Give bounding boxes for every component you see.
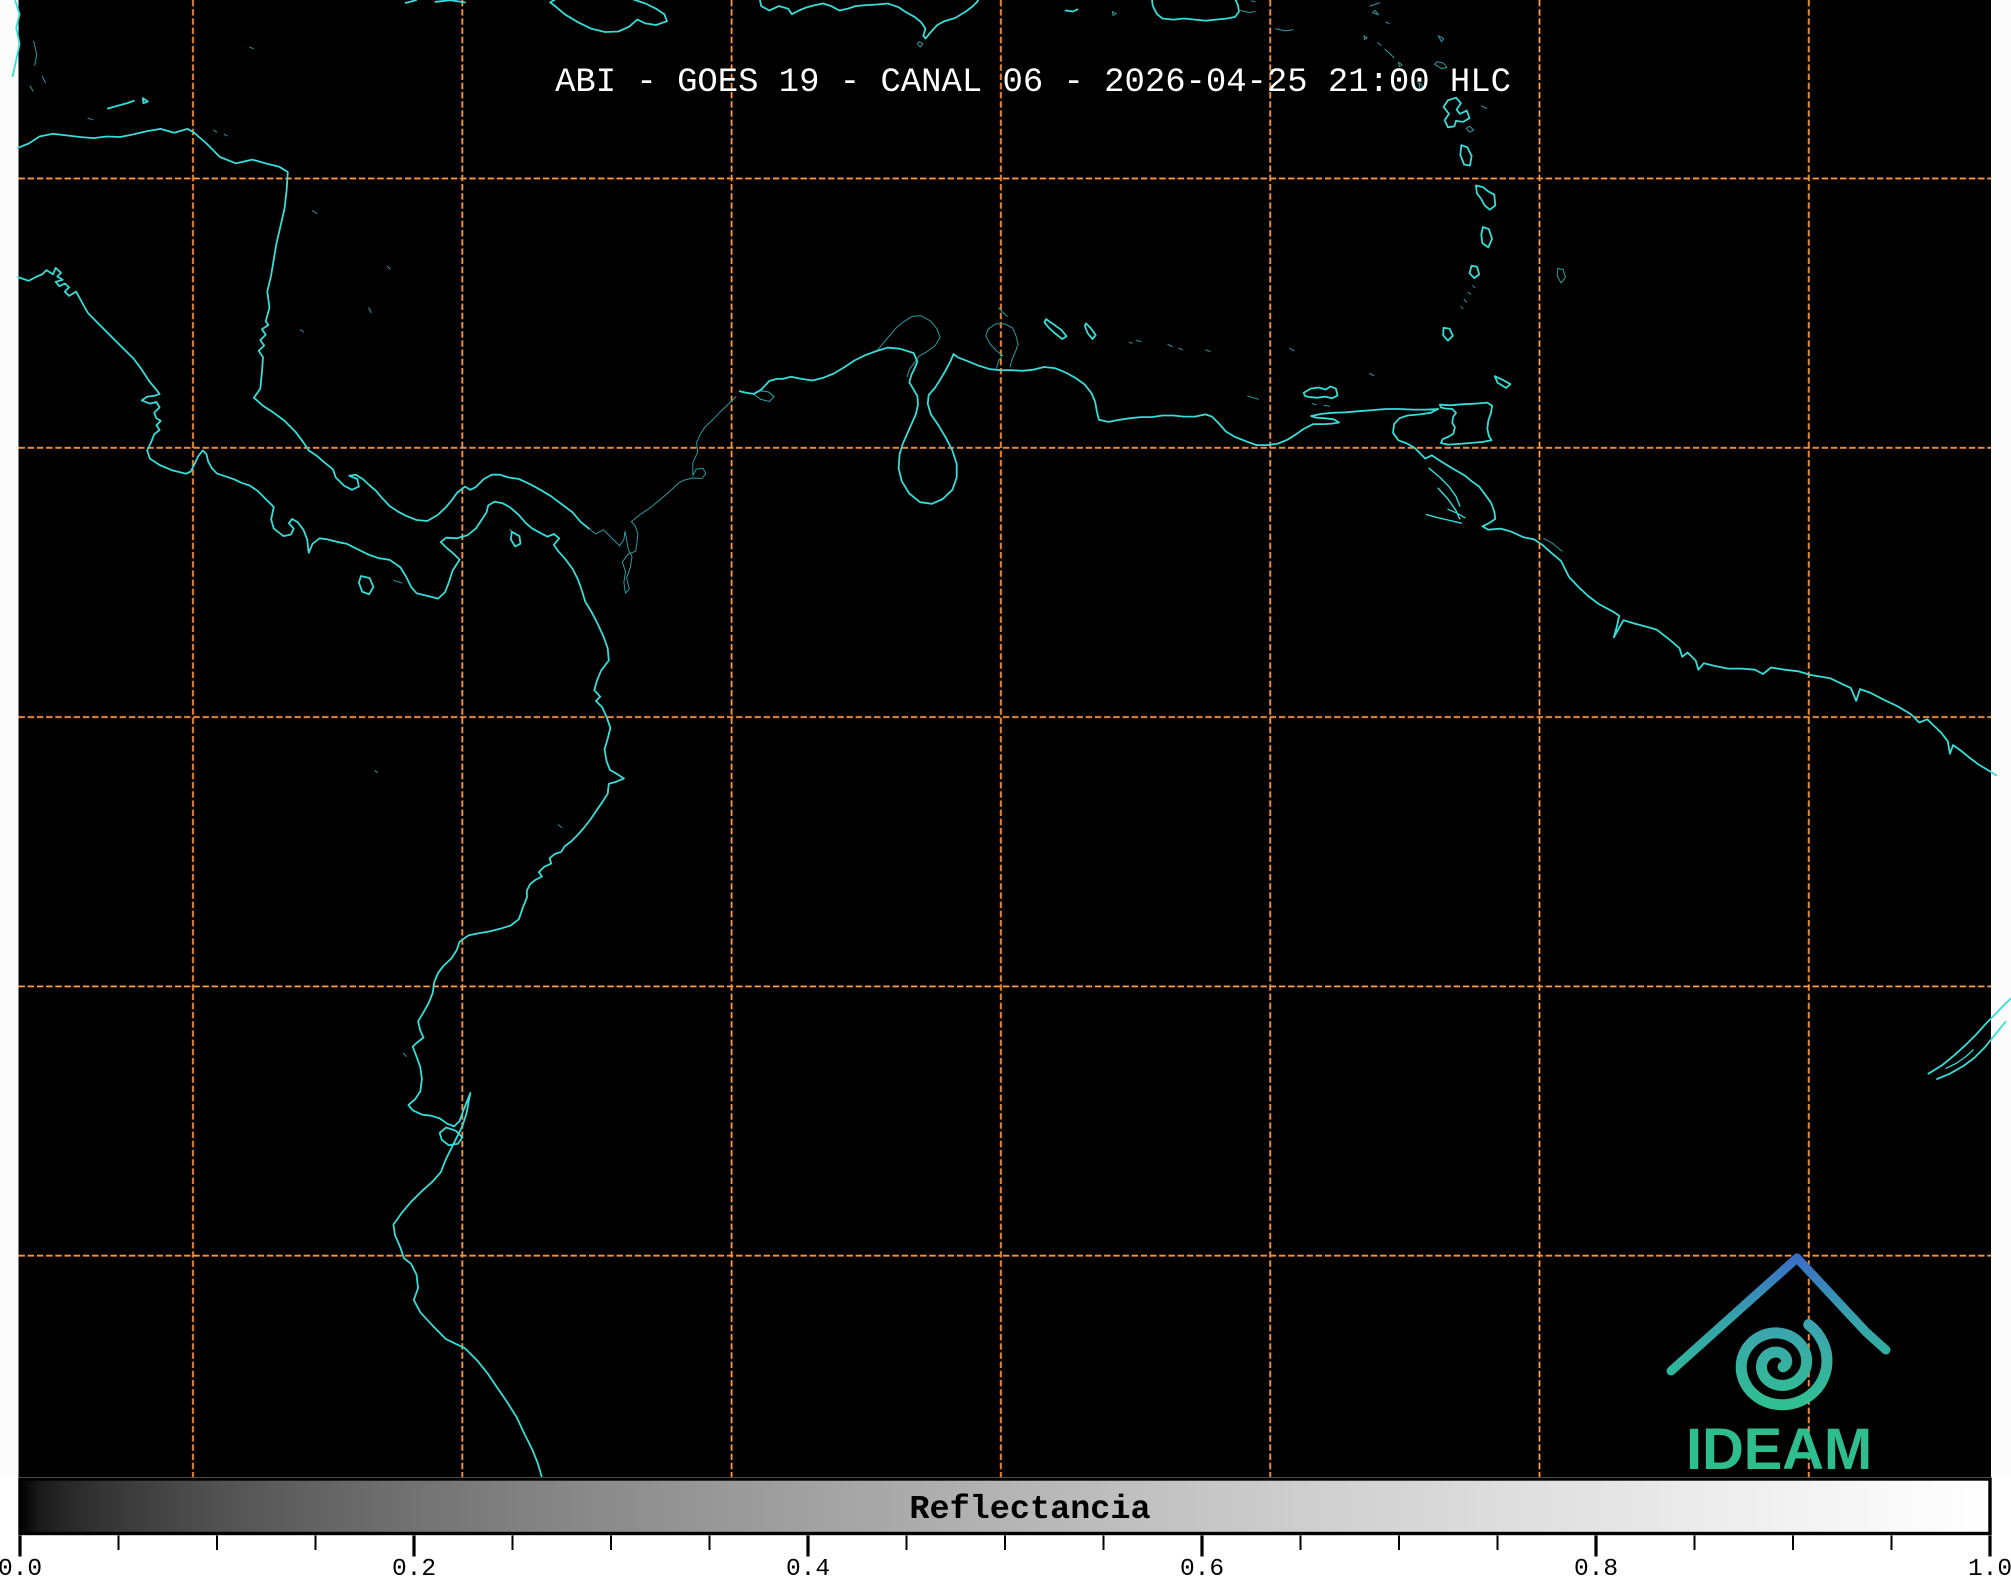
- svg-text:IDEAM: IDEAM: [1686, 1417, 1872, 1482]
- svg-text:1.0: 1.0: [1968, 1556, 2011, 1577]
- svg-text:0.2: 0.2: [392, 1556, 436, 1577]
- svg-text:0.8: 0.8: [1574, 1556, 1618, 1577]
- svg-text:0.4: 0.4: [786, 1556, 830, 1577]
- svg-text:ABI - GOES 19 - CANAL 06 - 202: ABI - GOES 19 - CANAL 06 - 2026-04-25 21…: [555, 64, 1511, 102]
- svg-text:Reflectancia: Reflectancia: [909, 1491, 1150, 1529]
- svg-text:0.6: 0.6: [1180, 1556, 1224, 1577]
- svg-text:0.0: 0.0: [0, 1556, 42, 1577]
